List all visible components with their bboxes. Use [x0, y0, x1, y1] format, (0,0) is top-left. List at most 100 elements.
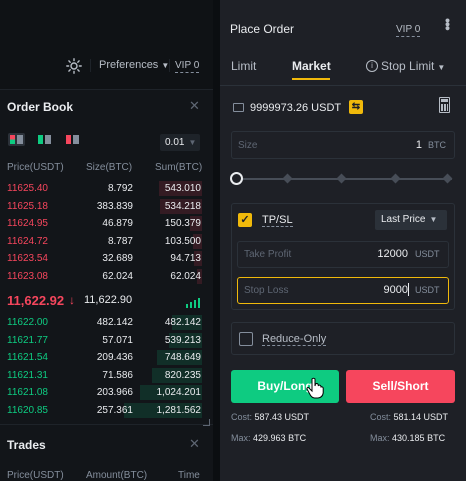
wallet-icon: [233, 103, 244, 112]
order-book-row[interactable]: 11621.31 71.586 820.235: [0, 367, 213, 384]
order-book-row[interactable]: 11623.54 32.689 94.713: [0, 250, 213, 267]
row-price: 11623.08: [7, 271, 48, 282]
arrow-down-icon: ↓: [69, 293, 75, 307]
stop-limit-label: Stop Limit: [381, 59, 435, 73]
size-unit: BTC: [428, 140, 446, 150]
toolbar-divider: [90, 59, 91, 72]
panel-divider: [0, 424, 213, 425]
header-price: Price(USDT): [7, 162, 64, 173]
stop-loss-unit: USDT: [415, 285, 440, 295]
calculator-icon[interactable]: [439, 97, 450, 113]
last-price: 11,622.92: [7, 293, 65, 308]
row-sum: 748.649: [164, 352, 201, 364]
sell-max: Max: 430.185 BTC: [370, 433, 446, 443]
toolbar-divider: [169, 59, 170, 72]
tab-stop-limit[interactable]: Stop Limit ▼: [381, 59, 445, 73]
info-icon: i: [366, 60, 378, 72]
header-sum: Sum(BTC): [155, 162, 203, 173]
mark-price[interactable]: 11,622.90: [84, 294, 132, 306]
row-sum: 103.500: [164, 235, 201, 247]
row-size: 71.586: [102, 369, 133, 381]
trigger-price-select[interactable]: Last Price ▼: [375, 210, 447, 230]
row-price: 11625.18: [7, 200, 48, 212]
row-sum: 94.713: [170, 253, 201, 265]
view-both-icon[interactable]: [8, 133, 25, 146]
close-icon[interactable]: ✕: [189, 436, 200, 452]
slider-handle[interactable]: [230, 172, 243, 185]
sell-cost: Cost: 581.14 USDT: [370, 412, 449, 422]
theme-sun-icon[interactable]: [66, 58, 82, 74]
order-book-row[interactable]: 11621.54 209.436 748.649: [0, 349, 213, 366]
size-value[interactable]: 1: [360, 139, 422, 151]
vip-badge[interactable]: VIP 0: [396, 24, 421, 37]
tab-market[interactable]: Market: [292, 59, 331, 73]
text-caret: [408, 283, 409, 296]
chevron-down-icon: ▼: [437, 63, 446, 72]
active-tab-indicator: [292, 78, 330, 80]
signal-bars-icon: [186, 290, 202, 312]
order-book-row[interactable]: 11622.00 482.142 482.142: [0, 314, 213, 331]
order-book-row[interactable]: 11620.85 257.361 1,281.562: [0, 402, 213, 419]
row-price: 11623.54: [7, 253, 48, 265]
close-icon[interactable]: ✕: [189, 98, 200, 114]
hand-cursor-icon: [306, 377, 324, 399]
row-size: 209.436: [96, 352, 133, 364]
row-price: 11621.54: [7, 352, 48, 364]
order-book-row[interactable]: 11625.18 383.839 534.218: [0, 198, 213, 215]
order-book-row[interactable]: 11624.72 8.787 103.500: [0, 233, 213, 250]
resize-handle-icon[interactable]: [203, 419, 210, 426]
row-sum: 62.024: [170, 271, 201, 282]
row-size: 257.361: [96, 405, 133, 416]
row-price: 11620.85: [7, 405, 48, 416]
preferences-label: Preferences: [99, 59, 159, 71]
row-sum: 482.142: [164, 317, 201, 328]
buy-max: Max: 429.963 BTC: [231, 433, 307, 443]
available-balance: 9999973.26 USDT: [250, 102, 342, 114]
row-size: 57.071: [102, 334, 133, 346]
take-profit-unit: USDT: [415, 249, 440, 259]
reduce-only-checkbox[interactable]: [239, 332, 253, 346]
order-book-row[interactable]: 11621.77 57.071 539.213: [0, 332, 213, 349]
row-price: 11621.31: [7, 369, 48, 381]
take-profit-value[interactable]: 12000: [340, 248, 408, 260]
row-size: 32.689: [102, 253, 133, 265]
row-price: 11622.00: [7, 317, 48, 328]
row-sum: 1,024.201: [156, 387, 202, 399]
trades-title: Trades: [7, 438, 46, 452]
buy-cost: Cost: 587.43 USDT: [231, 412, 310, 422]
row-sum: 543.010: [164, 183, 201, 194]
take-profit-label: Take Profit: [244, 249, 292, 260]
tabs-divider: [220, 85, 466, 86]
tpsl-label: TP/SL: [262, 214, 293, 227]
preferences-menu[interactable]: Preferences ▼: [99, 59, 169, 71]
tab-limit[interactable]: Limit: [231, 59, 256, 73]
sell-short-button[interactable]: Sell/Short: [346, 370, 455, 403]
stop-loss-value[interactable]: 9000: [340, 284, 408, 296]
row-sum: 539.213: [164, 334, 201, 346]
order-book-row[interactable]: 11624.95 46.879 150.379: [0, 215, 213, 232]
view-bids-icon[interactable]: [36, 133, 53, 146]
trades-header-amount: Amount(BTC): [86, 470, 148, 481]
transfer-icon[interactable]: ⇆: [349, 100, 363, 114]
reduce-only-label: Reduce-Only: [262, 333, 327, 346]
row-size: 383.839: [96, 200, 133, 212]
order-book-row[interactable]: 11623.08 62.024 62.024: [0, 268, 213, 285]
header-size: Size(BTC): [86, 162, 133, 173]
trades-header-price: Price(USDT): [7, 470, 64, 481]
top-toolbar: [0, 0, 213, 90]
more-vertical-icon[interactable]: •••: [440, 18, 456, 30]
row-sum: 534.218: [164, 200, 201, 212]
row-size: 8.787: [107, 235, 133, 247]
order-book-row[interactable]: 11621.08 203.966 1,024.201: [0, 384, 213, 401]
vip-badge[interactable]: VIP 0: [175, 60, 200, 73]
row-sum: 1,281.562: [156, 405, 202, 416]
row-price: 11621.77: [7, 334, 48, 346]
tpsl-checkbox[interactable]: ✓: [238, 213, 252, 227]
row-sum: 820.235: [164, 369, 201, 381]
place-order-title: Place Order: [230, 22, 295, 36]
order-book-row[interactable]: 11625.40 8.792 543.010: [0, 180, 213, 197]
view-asks-icon[interactable]: [64, 133, 81, 146]
row-price: 11624.95: [7, 218, 48, 230]
precision-select[interactable]: 0.01 ▼: [160, 134, 200, 151]
row-size: 8.792: [107, 183, 133, 194]
